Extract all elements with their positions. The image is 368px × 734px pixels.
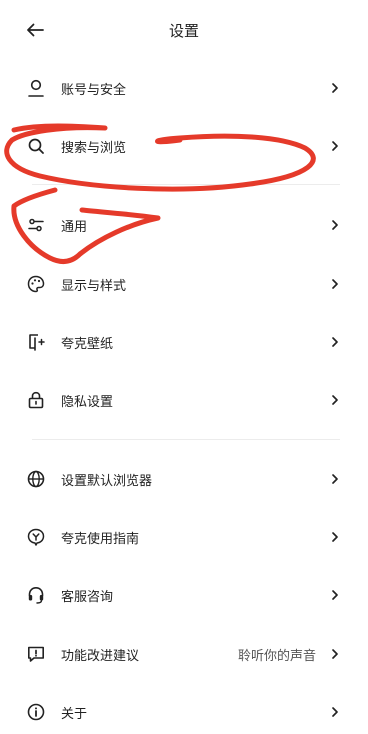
menu-item-label: 设置默认浏览器 — [61, 474, 153, 489]
menu-item-display[interactable]: 显示与样式 — [0, 262, 368, 306]
arrow-left-icon — [27, 23, 44, 37]
chevron-right-icon — [328, 138, 342, 154]
menu-item-privacy[interactable]: 隐私设置 — [0, 378, 368, 422]
menu-item-guide[interactable]: 夸克使用指南 — [0, 515, 368, 559]
chevron-right-icon — [328, 392, 342, 408]
wallpaper-icon — [25, 331, 47, 353]
menu-item-label: 夸克使用指南 — [61, 532, 140, 547]
page-title: 设置 — [168, 22, 199, 40]
chevron-right-icon — [328, 276, 342, 292]
menu-item-support[interactable]: 客服咨询 — [0, 573, 368, 617]
menu-item-label: 功能改进建议 — [61, 649, 140, 664]
menu-item-label: 搜索与浏览 — [61, 141, 127, 156]
menu-item-account[interactable]: 账号与安全 — [0, 66, 368, 110]
search-icon — [25, 135, 47, 157]
section-divider — [32, 184, 340, 185]
feedback-icon — [25, 643, 47, 665]
menu-item-default-browser[interactable]: 设置默认浏览器 — [0, 457, 368, 501]
menu-item-label: 夸克壁纸 — [61, 337, 114, 352]
chevron-right-icon — [328, 704, 342, 720]
chevron-right-icon — [328, 80, 342, 96]
guide-icon — [25, 526, 47, 548]
chevron-right-icon — [328, 334, 342, 350]
chevron-right-icon — [328, 471, 342, 487]
feedback-hint: 聆听你的声音 — [237, 649, 316, 664]
header: 设置 — [0, 0, 368, 58]
menu-item-feedback[interactable]: 功能改进建议 聆听你的声音 — [0, 632, 368, 676]
back-button[interactable] — [20, 16, 50, 44]
section-divider — [32, 439, 340, 440]
palette-icon — [25, 273, 47, 295]
menu-item-label: 通用 — [61, 220, 88, 235]
user-icon — [25, 77, 47, 99]
menu-item-general[interactable]: 通用 — [0, 203, 368, 247]
info-icon — [25, 701, 47, 723]
globe-icon — [25, 468, 47, 490]
sliders-icon — [25, 214, 47, 236]
menu-item-about[interactable]: 关于 — [0, 690, 368, 734]
menu-item-label: 隐私设置 — [61, 395, 114, 410]
menu-item-label: 客服咨询 — [61, 590, 114, 605]
chevron-right-icon — [328, 529, 342, 545]
chevron-right-icon — [328, 646, 342, 662]
lock-icon — [25, 389, 47, 411]
menu-item-label: 账号与安全 — [61, 83, 127, 98]
menu-item-search[interactable]: 搜索与浏览 — [0, 124, 368, 168]
menu-item-wallpaper[interactable]: 夸克壁纸 — [0, 320, 368, 364]
menu-item-label: 关于 — [61, 707, 88, 722]
chevron-right-icon — [328, 587, 342, 603]
menu-item-label: 显示与样式 — [61, 279, 127, 294]
chevron-right-icon — [328, 217, 342, 233]
headset-icon — [25, 584, 47, 606]
